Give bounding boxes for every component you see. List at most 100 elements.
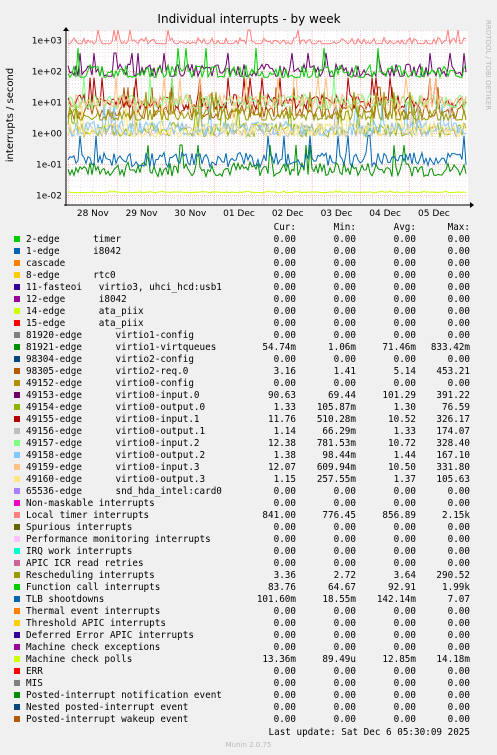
legend-avg: 0.00 xyxy=(393,378,416,389)
legend-label: 49160-edge virtio0-output.3 xyxy=(26,474,206,485)
legend-swatch xyxy=(14,572,20,578)
legend-label: 98305-edge virtio2-req.0 xyxy=(26,366,189,377)
legend-max: 0.00 xyxy=(447,330,470,341)
header-avg: Avg: xyxy=(393,222,416,233)
legend-row: Posted-interrupt wakeup event 0.00 0.00 0.0… xyxy=(0,714,497,726)
legend-cur: 3.16 xyxy=(273,366,296,377)
legend-cur: 0.00 xyxy=(273,318,296,329)
legend-avg: 0.00 xyxy=(393,258,416,269)
header-cur: Cur: xyxy=(273,222,296,233)
legend-label: MIS xyxy=(26,678,43,689)
legend-min: 1.41 xyxy=(333,366,356,377)
legend-row: 49152-edge virtio0-config 0.00 0.00 0.00 0.0… xyxy=(0,378,497,390)
legend-min: 510.28m xyxy=(316,414,356,425)
legend-swatch xyxy=(14,308,20,314)
legend-row: 81921-edge virtio1-virtqueues 54.74m 1.06m… xyxy=(0,342,497,354)
legend-cur: 0.00 xyxy=(273,378,296,389)
legend-max: 0.00 xyxy=(447,558,470,569)
legend-row: Nested posted-interrupt event 0.00 0.00 0.0… xyxy=(0,702,497,714)
legend-cur: 0.00 xyxy=(273,666,296,677)
legend-avg: 101.29 xyxy=(382,390,416,401)
legend-label: Performance monitoring interrupts xyxy=(26,534,211,545)
legend-swatch xyxy=(14,500,20,506)
legend-cur: 13.36m xyxy=(262,654,296,665)
legend-swatch xyxy=(14,536,20,542)
legend-cur: 0.00 xyxy=(273,330,296,341)
legend-max: 0.00 xyxy=(447,534,470,545)
legend-avg: 0.00 xyxy=(393,270,416,281)
legend-row: cascade 0.00 0.00 0.00 0.00 xyxy=(0,258,497,270)
y-tick-label: 1e+02 xyxy=(32,67,62,77)
x-tick-label: 02 Dec xyxy=(272,209,304,219)
legend-label: ERR xyxy=(26,666,43,677)
legend-row: 2-edge timer 0.00 0.00 0.00 0.00 xyxy=(0,234,497,246)
legend-cur: 0.00 xyxy=(273,702,296,713)
legend-row: Machine check exceptions 0.00 0.00 0.00 0.00 xyxy=(0,642,497,654)
legend-swatch xyxy=(14,296,20,302)
legend-min: 0.00 xyxy=(333,630,356,641)
legend-avg: 0.00 xyxy=(393,318,416,329)
legend-swatch xyxy=(14,476,20,482)
legend-max: 0.00 xyxy=(447,642,470,653)
legend-row: Non-maskable interrupts 0.00 0.00 0.00 0.00 xyxy=(0,498,497,510)
legend-cur: 1.33 xyxy=(273,402,296,413)
legend-max: 7.07 xyxy=(447,594,470,605)
y-axis-arrow xyxy=(63,27,69,31)
legend-label: 49153-edge virtio0-input.0 xyxy=(26,390,200,401)
legend-swatch xyxy=(14,392,20,398)
legend-avg: 0.00 xyxy=(393,486,416,497)
legend-label: Nested posted-interrupt event xyxy=(26,702,189,713)
legend-max: 0.00 xyxy=(447,618,470,629)
legend-row: IRQ work interrupts 0.00 0.00 0.00 0.00 xyxy=(0,546,497,558)
legend-label: Threshold APIC interrupts xyxy=(26,618,166,629)
legend-cur: 0.00 xyxy=(273,642,296,653)
legend-min: 0.00 xyxy=(333,246,356,257)
legend-swatch xyxy=(14,668,20,674)
legend-avg: 0.00 xyxy=(393,306,416,317)
legend-min: 0.00 xyxy=(333,282,356,293)
legend-avg: 0.00 xyxy=(393,234,416,245)
legend-avg: 1.30 xyxy=(393,402,416,413)
munin-version: Munin 2.0.75 xyxy=(225,741,272,749)
legend-min: 0.00 xyxy=(333,546,356,557)
legend-max: 105.63 xyxy=(436,474,470,485)
legend-swatch xyxy=(14,524,20,530)
legend-avg: 0.00 xyxy=(393,330,416,341)
legend-row: 98305-edge virtio2-req.0 3.16 1.41 5.14 453.… xyxy=(0,366,497,378)
legend-min: 0.00 xyxy=(333,354,356,365)
y-tick-label: 1e+00 xyxy=(32,130,63,140)
legend-max: 0.00 xyxy=(447,294,470,305)
legend-label: 11-fasteoi virtio3, uhci_hcd:usb1 xyxy=(26,282,222,293)
legend-label: cascade xyxy=(26,258,66,269)
legend-label: Deferred Error APIC interrupts xyxy=(26,630,194,641)
legend-min: 0.00 xyxy=(333,618,356,629)
legend-swatch xyxy=(14,704,20,710)
legend-label: Non-maskable interrupts xyxy=(26,498,155,509)
legend-max: 0.00 xyxy=(447,378,470,389)
chart-title: Individual interrupts - by week xyxy=(157,12,340,26)
legend-row: Threshold APIC interrupts 0.00 0.00 0.00 0.0… xyxy=(0,618,497,630)
legend-label: Machine check polls xyxy=(26,654,133,665)
legend-cur: 0.00 xyxy=(273,258,296,269)
legend-min: 0.00 xyxy=(333,294,356,305)
legend-cur: 0.00 xyxy=(273,354,296,365)
legend-max: 0.00 xyxy=(447,666,470,677)
x-tick-label: 03 Dec xyxy=(321,209,353,219)
legend-row: 98304-edge virtio2-config 0.00 0.00 0.00 0.0… xyxy=(0,354,497,366)
x-tick-label: 01 Dec xyxy=(223,209,255,219)
legend-cur: 1.14 xyxy=(273,426,296,437)
y-axis-label: interrupts / second xyxy=(5,68,16,162)
legend-max: 0.00 xyxy=(447,258,470,269)
legend-cur: 0.00 xyxy=(273,606,296,617)
legend-avg: 1.33 xyxy=(393,426,416,437)
legend-cur: 0.00 xyxy=(273,486,296,497)
legend-min: 69.44 xyxy=(328,390,356,401)
legend-cur: 0.00 xyxy=(273,678,296,689)
legend-cur: 54.74m xyxy=(262,342,296,353)
legend-avg: 856.89 xyxy=(382,510,416,521)
legend-swatch xyxy=(14,284,20,290)
legend-max: 326.17 xyxy=(436,414,470,425)
legend-label: 49159-edge virtio0-input.3 xyxy=(26,462,200,473)
rrdtool-credit: RRDTOOL / TOBI OETIKER xyxy=(484,20,492,110)
legend-min: 0.00 xyxy=(333,306,356,317)
